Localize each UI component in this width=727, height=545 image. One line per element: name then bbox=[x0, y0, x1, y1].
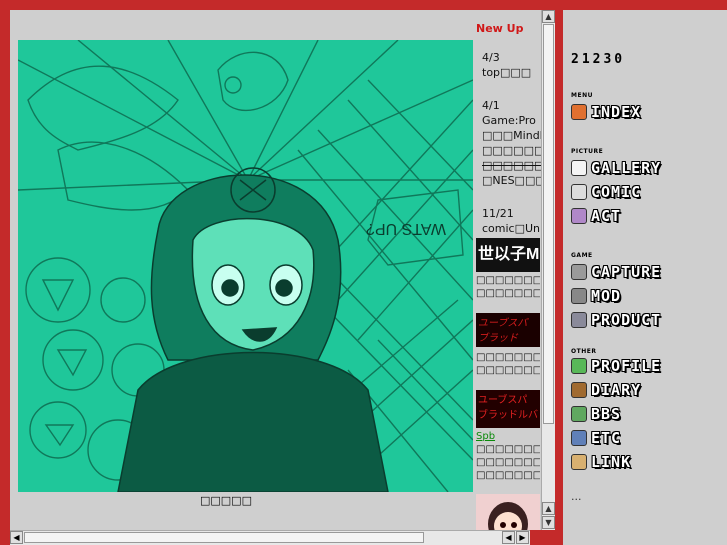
news-scrollbar[interactable]: ▲ ▲ ▼ bbox=[541, 10, 555, 530]
nav-index[interactable]: INDEX bbox=[571, 102, 641, 122]
nav-label: CAPTURE bbox=[591, 263, 662, 281]
banner-caption: Spb □□□□□□□B □□□□□□□□ □□□□□□□□ bbox=[476, 430, 540, 481]
section-label-game: GAME bbox=[571, 252, 593, 259]
news-line[interactable]: comic□Un bbox=[482, 221, 542, 236]
news-list: 4/3 top□□□ 4/1 Game:Pro □□□MindBr □□□□□□… bbox=[482, 50, 542, 254]
character-thumb[interactable] bbox=[476, 494, 540, 530]
sidebar: 21230 MENU INDEX PICTURE GALLERY COMIC A… bbox=[563, 10, 727, 545]
illustration-caption: □□□□□ bbox=[200, 494, 252, 507]
nav-label: PROFILE bbox=[591, 357, 662, 375]
nav-comic[interactable]: COMIC bbox=[571, 182, 641, 202]
news-line[interactable]: Game:Pro bbox=[482, 113, 542, 128]
news-line: □NES□□□□ bbox=[482, 174, 542, 187]
banner-caption: □□□□□□□□ □□□□□□□□□ bbox=[476, 275, 540, 299]
nav-label: DIARY bbox=[591, 381, 642, 399]
book-icon bbox=[571, 382, 587, 398]
scroll-right-button[interactable]: ▶ bbox=[516, 531, 529, 544]
character-avatar bbox=[488, 502, 528, 530]
nav-product[interactable]: PRODUCT bbox=[571, 310, 661, 330]
nav-diary[interactable]: DIARY bbox=[571, 380, 641, 400]
wrench-icon bbox=[571, 264, 587, 280]
nav-profile[interactable]: PROFILE bbox=[571, 356, 661, 376]
scroll-thumb[interactable] bbox=[543, 24, 554, 424]
banner-caption: □□□□□□□B □□□□□□□□ bbox=[476, 352, 540, 376]
signpost-icon bbox=[571, 454, 587, 470]
horizontal-scroll-thumb[interactable] bbox=[24, 532, 424, 543]
mindbreak-banner[interactable]: 世以子Mind bbox=[476, 238, 540, 272]
art-speech-text: WATS UP? bbox=[366, 220, 446, 237]
scroll-up-button[interactable]: ▲ bbox=[542, 502, 555, 515]
banner-title: ユーブスパ ブラッドルバー bbox=[478, 395, 538, 428]
nav-label: MOD bbox=[591, 287, 622, 305]
face-icon bbox=[571, 358, 587, 374]
nav-mod[interactable]: MOD bbox=[571, 286, 621, 306]
scroll-up-button[interactable]: ▲ bbox=[542, 10, 555, 23]
nav-gallery[interactable]: GALLERY bbox=[571, 158, 661, 178]
nav-bbs[interactable]: BBS bbox=[571, 404, 621, 424]
blood-banner[interactable]: ユーブスパ ブラッド bbox=[476, 313, 540, 347]
new-up-heading: New Up bbox=[476, 22, 524, 35]
house-icon bbox=[571, 104, 587, 120]
nav-link[interactable]: LINK bbox=[571, 452, 631, 472]
tool-icon bbox=[571, 312, 587, 328]
news-date: 11/21 bbox=[482, 207, 514, 220]
scroll-left-button[interactable]: ◀ bbox=[10, 531, 23, 544]
nav-label: LINK bbox=[591, 453, 632, 471]
news-entry: 11/21 comic□Un bbox=[482, 206, 542, 236]
content-frame: WATS UP? □□□□□ New Up 4/3 top□□□ 4/1 Gam… bbox=[10, 10, 555, 530]
nav-label: BBS bbox=[591, 405, 622, 423]
nav-label: INDEX bbox=[591, 103, 642, 121]
news-entry: 4/1 Game:Pro □□□MindBr □□□□□□□ □□□□□□□□ … bbox=[482, 98, 542, 188]
news-line: □□□□□□□ bbox=[482, 144, 542, 157]
news-line: □□□□□□□□ bbox=[482, 159, 542, 172]
news-entry: 4/3 top□□□ bbox=[482, 50, 542, 80]
sketch-artwork: WATS UP? bbox=[18, 40, 473, 492]
nav-label: GALLERY bbox=[591, 159, 662, 177]
news-date: 4/1 bbox=[482, 99, 500, 112]
main-illustration: WATS UP? bbox=[18, 40, 473, 492]
section-label-other: OTHER bbox=[571, 348, 597, 355]
more-ellipsis: ... bbox=[571, 490, 582, 503]
nav-label: COMIC bbox=[591, 183, 642, 201]
scroll-down-button[interactable]: ▼ bbox=[542, 516, 555, 529]
nav-label: ETC bbox=[591, 429, 622, 447]
horizontal-scrollbar[interactable]: ◀ ◀ ▶ bbox=[10, 530, 530, 545]
nav-etc[interactable]: ETC bbox=[571, 428, 621, 448]
nav-label: PRODUCT bbox=[591, 311, 662, 329]
banner-title: 世以子Mind bbox=[478, 246, 540, 263]
spb-banner[interactable]: ユーブスパ ブラッドルバー bbox=[476, 390, 540, 428]
section-label-menu: MENU bbox=[571, 92, 593, 99]
nav-capture[interactable]: CAPTURE bbox=[571, 262, 661, 282]
section-label-picture: PICTURE bbox=[571, 148, 604, 155]
bird-icon bbox=[571, 430, 587, 446]
nav-act[interactable]: ACT bbox=[571, 206, 621, 226]
character-icon bbox=[571, 208, 587, 224]
news-date: 4/3 bbox=[482, 51, 500, 64]
board-icon bbox=[571, 406, 587, 422]
palette-icon bbox=[571, 160, 587, 176]
news-line[interactable]: top□□□ bbox=[482, 65, 542, 80]
gun-icon bbox=[571, 288, 587, 304]
news-line: □□□MindBr bbox=[482, 129, 542, 142]
spb-link[interactable]: Spb bbox=[476, 430, 540, 443]
page-icon bbox=[571, 184, 587, 200]
scroll-left-button[interactable]: ◀ bbox=[502, 531, 515, 544]
banner-title: ユーブスパ ブラッド bbox=[478, 318, 528, 344]
visitor-counter: 21230 bbox=[571, 52, 626, 67]
nav-label: ACT bbox=[591, 207, 622, 225]
